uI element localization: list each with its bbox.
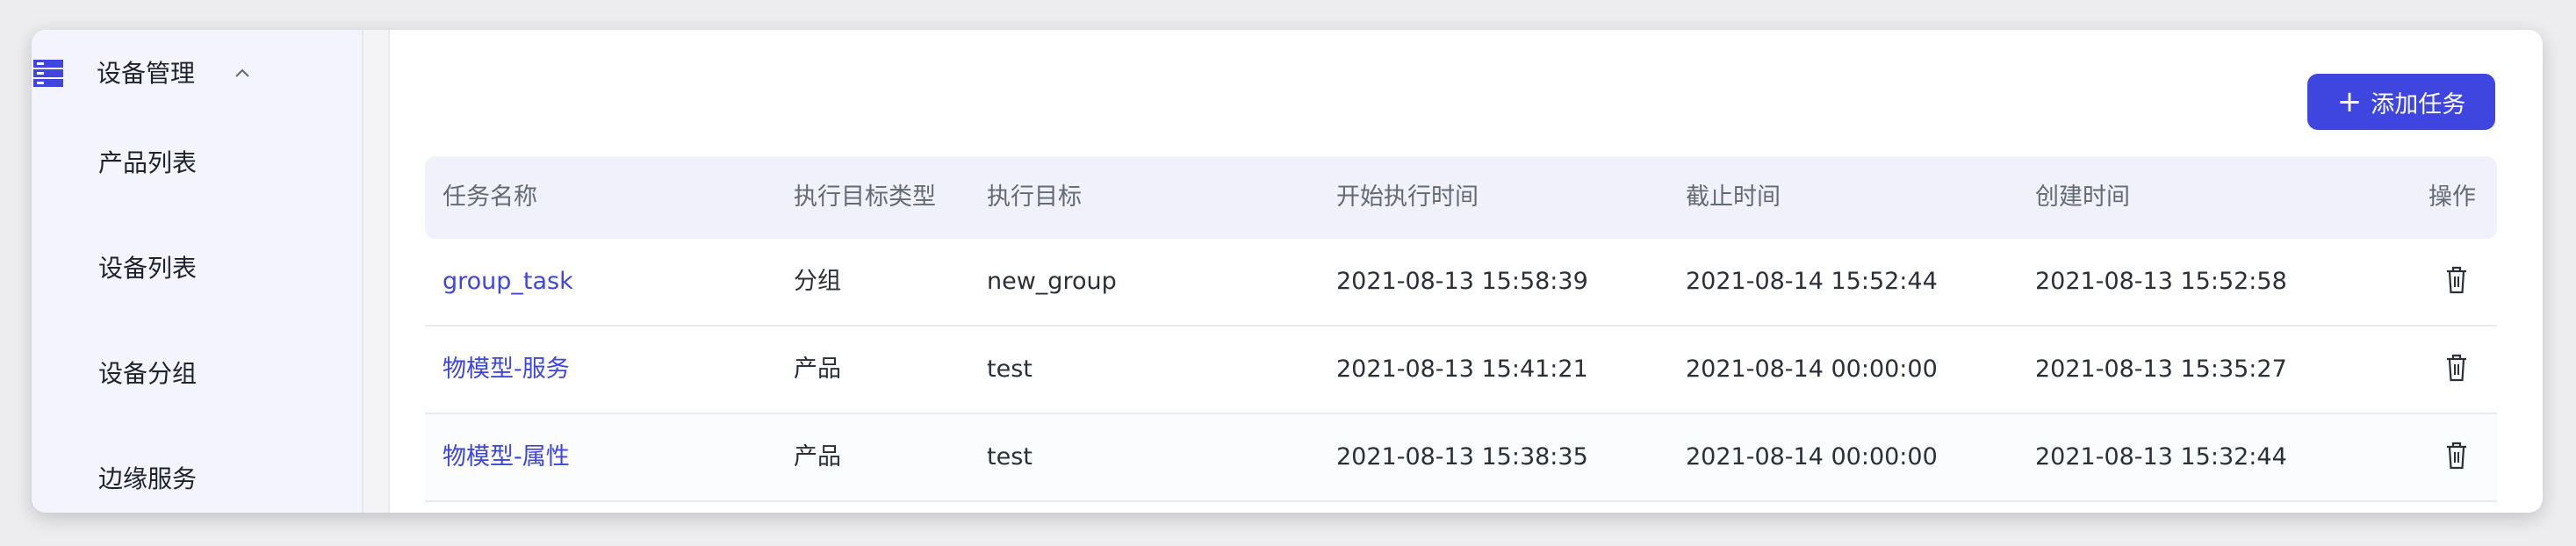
sidebar-item-edge-service[interactable]: 边缘服务 bbox=[98, 462, 197, 497]
sidebar: 设备管理 产品列表 设备列表 设备分组 边缘服务 bbox=[32, 30, 363, 513]
start-time-cell: 2021-08-13 15:38:35 bbox=[1336, 443, 1588, 471]
add-task-button[interactable]: + 添加任务 bbox=[2307, 74, 2495, 130]
column-header-actions: 操作 bbox=[2428, 183, 2476, 211]
target-type-cell: 分组 bbox=[794, 268, 841, 295]
deadline-cell: 2021-08-14 15:52:44 bbox=[1686, 268, 1938, 295]
trash-icon[interactable] bbox=[2444, 353, 2469, 383]
target-cell: new_group bbox=[987, 268, 1117, 295]
column-header-target-type: 执行目标类型 bbox=[794, 183, 936, 211]
target-type-cell: 产品 bbox=[794, 443, 841, 471]
target-cell: test bbox=[987, 443, 1033, 471]
chevron-up-icon[interactable] bbox=[232, 63, 253, 84]
sidebar-group-label: 设备管理 bbox=[97, 59, 196, 88]
sidebar-divider bbox=[363, 30, 390, 513]
created-time-cell: 2021-08-13 15:35:27 bbox=[2035, 356, 2287, 383]
task-table: 任务名称 执行目标类型 执行目标 开始执行时间 截止时间 创建时间 操作 gro… bbox=[425, 156, 2497, 502]
column-header-deadline: 截止时间 bbox=[1686, 183, 1781, 211]
sidebar-item-device-group[interactable]: 设备分组 bbox=[98, 356, 197, 392]
column-header-target: 执行目标 bbox=[987, 183, 1082, 211]
task-name-link[interactable]: 物模型-服务 bbox=[443, 327, 570, 413]
deadline-cell: 2021-08-14 00:00:00 bbox=[1686, 443, 1938, 471]
start-time-cell: 2021-08-13 15:58:39 bbox=[1336, 268, 1588, 295]
created-time-cell: 2021-08-13 15:52:58 bbox=[2035, 268, 2287, 295]
target-cell: test bbox=[987, 356, 1033, 383]
trash-icon[interactable] bbox=[2444, 441, 2469, 471]
table-row: group_task 分组 new_group 2021-08-13 15:58… bbox=[425, 239, 2497, 327]
column-header-created-time: 创建时间 bbox=[2035, 183, 2130, 211]
table-header: 任务名称 执行目标类型 执行目标 开始执行时间 截止时间 创建时间 操作 bbox=[425, 156, 2497, 239]
target-type-cell: 产品 bbox=[794, 356, 841, 383]
app-window: 设备管理 产品列表 设备列表 设备分组 边缘服务 + 添加任务 任务名称 执行目… bbox=[32, 30, 2543, 513]
sidebar-item-product-list[interactable]: 产品列表 bbox=[98, 146, 197, 181]
table-row: 物模型-服务 产品 test 2021-08-13 15:41:21 2021-… bbox=[425, 327, 2497, 414]
plus-icon: + bbox=[2336, 84, 2363, 119]
server-list-icon bbox=[33, 60, 63, 87]
task-name-link[interactable]: group_task bbox=[443, 239, 573, 325]
column-header-task-name: 任务名称 bbox=[443, 183, 537, 211]
add-task-label: 添加任务 bbox=[2371, 90, 2466, 119]
column-header-start-time: 开始执行时间 bbox=[1336, 183, 1479, 211]
sidebar-group-device-management[interactable]: 设备管理 bbox=[32, 46, 362, 102]
sidebar-item-device-list[interactable]: 设备列表 bbox=[98, 251, 197, 286]
task-name-link[interactable]: 物模型-属性 bbox=[443, 414, 570, 500]
table-row: 物模型-属性 产品 test 2021-08-13 15:38:35 2021-… bbox=[425, 414, 2497, 502]
trash-icon[interactable] bbox=[2444, 265, 2469, 295]
start-time-cell: 2021-08-13 15:41:21 bbox=[1336, 356, 1588, 383]
created-time-cell: 2021-08-13 15:32:44 bbox=[2035, 443, 2287, 471]
deadline-cell: 2021-08-14 00:00:00 bbox=[1686, 356, 1938, 383]
